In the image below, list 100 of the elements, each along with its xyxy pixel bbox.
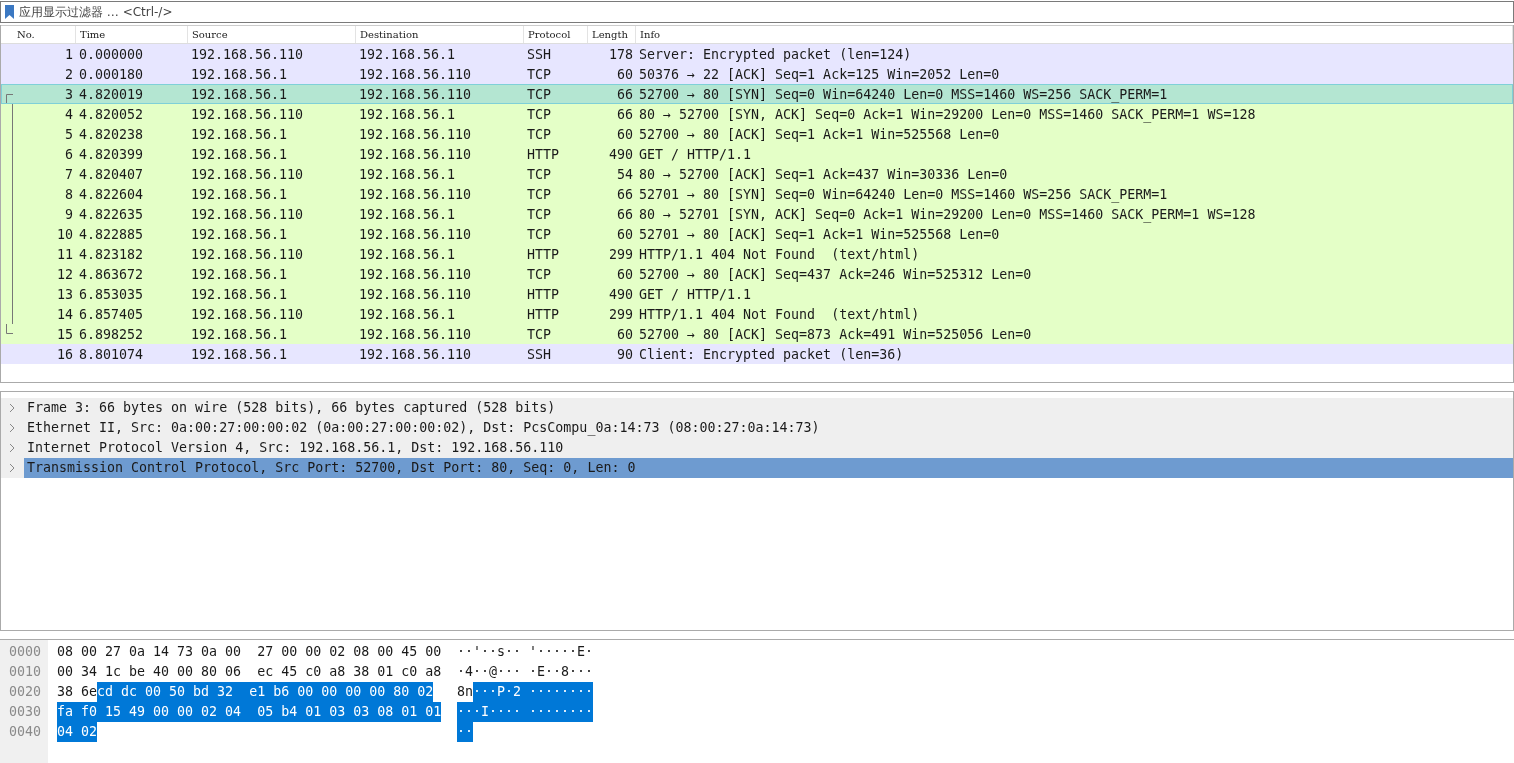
- table-cell-text: 6.898252: [78, 326, 145, 342]
- packet-row[interactable]: 16 8.801074 192.168.56.1 192.168.56.110 SSH 90 Client: Encrypted packet (len=36): [1, 344, 1513, 364]
- table-cell-text: 52700 → 80 [SYN] Seq=0 Win=64240 Len=0 MSS=1460 WS=256 SACK_PERM=1: [638, 86, 1169, 102]
- table-cell-text: 52700 → 80 [ACK] Seq=873 Ack=491 Win=525056 Len=0: [638, 326, 1033, 342]
- table-cell-text: TCP: [526, 126, 553, 142]
- table-cell-text: 192.168.56.1: [358, 246, 457, 262]
- selected-ascii-bytes: ···I···· ········: [457, 702, 594, 722]
- table-cell-text: 7: [64, 166, 74, 182]
- table-cell-text: HTTP: [526, 306, 561, 322]
- table-cell-text: 60: [616, 326, 634, 342]
- table-cell-text: 15: [56, 326, 74, 342]
- table-cell-text: 6.853035: [78, 286, 145, 302]
- table-cell-text: 178: [607, 46, 634, 62]
- chevron-icon[interactable]: [9, 463, 15, 473]
- table-cell-text: 192.168.56.110: [190, 106, 305, 122]
- table-cell-text: 3: [64, 86, 74, 102]
- packet-row[interactable]: 10 4.822885 192.168.56.1 192.168.56.110 TCP 60 52701 → 80 [ACK] Seq=1 Ack=1 Win=525568 Len=0: [1, 224, 1513, 244]
- table-cell-text: HTTP/1.1 404 Not Found (text/html): [638, 306, 921, 322]
- table-cell-text: 192.168.56.110: [358, 86, 473, 102]
- ascii-bytes: 8n: [457, 683, 473, 701]
- table-cell-text: 192.168.56.1: [358, 306, 457, 322]
- table-cell-text: HTTP: [526, 246, 561, 262]
- table-cell-text: 1: [64, 46, 74, 62]
- table-cell-text: 66: [616, 106, 634, 122]
- column-header[interactable]: Length: [588, 26, 636, 43]
- packet-row[interactable]: 3 4.820019 192.168.56.1 192.168.56.110 TCP 66 52700 → 80 [SYN] Seq=0 Win=64240 Len=0 MSS=1460 WS=256 SACK_PERM=1: [1, 84, 1513, 104]
- table-cell-text: 13: [56, 286, 74, 302]
- column-header[interactable]: Source: [188, 26, 356, 43]
- table-cell-text: 4: [64, 106, 74, 122]
- table-cell-text: SSH: [526, 46, 553, 62]
- table-cell-text: 192.168.56.110: [358, 186, 473, 202]
- packet-row[interactable]: 15 6.898252 192.168.56.1 192.168.56.110 TCP 60 52700 → 80 [ACK] Seq=873 Ack=491 Win=525056 Len=0: [1, 324, 1513, 344]
- table-cell-text: 4.822635: [78, 206, 145, 222]
- table-cell-text: 8.801074: [78, 346, 145, 362]
- packet-row[interactable]: 8 4.822604 192.168.56.1 192.168.56.110 TCP 66 52701 → 80 [SYN] Seq=0 Win=64240 Len=0 MSS=1460 WS=256 SACK_PERM=1: [1, 184, 1513, 204]
- table-cell-text: 60: [616, 226, 634, 242]
- column-header[interactable]: No.: [13, 26, 76, 43]
- packet-row[interactable]: 12 4.863672 192.168.56.1 192.168.56.110 TCP 60 52700 → 80 [ACK] Seq=437 Ack=246 Win=525312 Len=0: [1, 264, 1513, 284]
- table-cell-text: 192.168.56.1: [190, 226, 289, 242]
- table-cell-text: 4.820407: [78, 166, 145, 182]
- ascii-bytes: ··'··s·· '·····E·: [457, 643, 594, 661]
- packet-row[interactable]: 6 4.820399 192.168.56.1 192.168.56.110 HTTP 490 GET / HTTP/1.1: [1, 144, 1513, 164]
- table-cell-text: 192.168.56.1: [358, 46, 457, 62]
- detail-item[interactable]: Transmission Control Protocol, Src Port: 52700, Dst Port: 80, Seq: 0, Len: 0: [24, 458, 1513, 478]
- packet-row[interactable]: 9 4.822635 192.168.56.110 192.168.56.1 TCP 66 80 → 52701 [SYN, ACK] Seq=0 Ack=1 Win=29200 Len=0 MSS=1460 SACK_PERM=1 WS=128: [1, 204, 1513, 224]
- table-cell-text: 192.168.56.110: [190, 246, 305, 262]
- table-cell-text: 192.168.56.1: [190, 186, 289, 202]
- hex-bytes: 00 34 1c be 40 00 80 06 ec 45 c0 a8 38 01 c0 a8: [57, 663, 442, 681]
- selected-ascii-bytes: ··: [457, 722, 473, 742]
- selected-hex-bytes: cd dc 00 50 bd 32 e1 b6 00 00 00 00 80 02: [97, 682, 434, 702]
- table-cell-text: 192.168.56.110: [358, 346, 473, 362]
- column-header[interactable]: Time: [76, 26, 188, 43]
- table-cell-text: 66: [616, 186, 634, 202]
- chevron-icon[interactable]: [9, 423, 15, 433]
- table-cell-text: 192.168.56.1: [190, 286, 289, 302]
- table-cell-text: HTTP: [526, 286, 561, 302]
- table-cell-text: 6.857405: [78, 306, 145, 322]
- column-header[interactable]: Protocol: [524, 26, 588, 43]
- packet-row[interactable]: 5 4.820238 192.168.56.1 192.168.56.110 TCP 60 52700 → 80 [ACK] Seq=1 Ack=1 Win=525568 Len=0: [1, 124, 1513, 144]
- table-cell-text: 0.000000: [78, 46, 145, 62]
- selected-hex-bytes: fa f0 15 49 00 00 02 04 05 b4 01 03 03 08 01 01: [57, 702, 442, 722]
- table-cell-text: SSH: [526, 346, 553, 362]
- table-cell-text: 490: [607, 286, 634, 302]
- table-cell-text: 52700 → 80 [ACK] Seq=437 Ack=246 Win=525312 Len=0: [638, 266, 1033, 282]
- packet-row[interactable]: 4 4.820052 192.168.56.110 192.168.56.1 TCP 66 80 → 52700 [SYN, ACK] Seq=0 Ack=1 Win=29200 Len=0 MSS=1460 SACK_PERM=1 WS=128: [1, 104, 1513, 124]
- table-cell-text: 192.168.56.1: [190, 346, 289, 362]
- offset-label: 0020: [8, 683, 43, 701]
- column-header[interactable]: Destination: [356, 26, 524, 43]
- table-cell-text: 192.168.56.110: [190, 46, 305, 62]
- packet-row[interactable]: 7 4.820407 192.168.56.110 192.168.56.1 TCP 54 80 → 52700 [ACK] Seq=1 Ack=437 Win=30336 Len=0: [1, 164, 1513, 184]
- table-cell-text: 80 → 52700 [ACK] Seq=1 Ack=437 Win=30336 Len=0: [638, 166, 1009, 182]
- table-cell-text: 11: [56, 246, 74, 262]
- chevron-icon[interactable]: [9, 443, 15, 453]
- table-cell-text: TCP: [526, 106, 553, 122]
- table-cell-text: 192.168.56.1: [358, 206, 457, 222]
- selected-hex-bytes: 04 02: [57, 722, 98, 742]
- packet-row[interactable]: 14 6.857405 192.168.56.110 192.168.56.1 HTTP 299 HTTP/1.1 404 Not Found (text/html): [1, 304, 1513, 324]
- table-cell-text: 192.168.56.110: [358, 266, 473, 282]
- table-cell-text: 192.168.56.1: [190, 146, 289, 162]
- table-cell-text: TCP: [526, 326, 553, 342]
- packet-row[interactable]: 1 0.000000 192.168.56.110 192.168.56.1 SSH 178 Server: Encrypted packet (len=124): [1, 44, 1513, 64]
- table-cell-text: 0.000180: [78, 66, 145, 82]
- table-cell-text: 4.822604: [78, 186, 145, 202]
- table-cell-text: 192.168.56.110: [358, 226, 473, 242]
- table-cell-text: 60: [616, 66, 634, 82]
- table-cell-text: Server: Encrypted packet (len=124): [638, 46, 913, 62]
- table-cell-text: 52700 → 80 [ACK] Seq=1 Ack=1 Win=525568 Len=0: [638, 126, 1001, 142]
- packet-row[interactable]: 13 6.853035 192.168.56.1 192.168.56.110 HTTP 490 GET / HTTP/1.1: [1, 284, 1513, 304]
- table-cell-text: 80 → 52700 [SYN, ACK] Seq=0 Ack=1 Win=29200 Len=0 MSS=1460 SACK_PERM=1 WS=128: [638, 106, 1257, 122]
- table-cell-text: 192.168.56.110: [358, 286, 473, 302]
- packet-row[interactable]: 2 0.000180 192.168.56.1 192.168.56.110 TCP 60 50376 → 22 [ACK] Seq=1 Ack=125 Win=2052 Len=0: [1, 64, 1513, 84]
- table-cell-text: TCP: [526, 66, 553, 82]
- packet-row[interactable]: 11 4.823182 192.168.56.110 192.168.56.1 HTTP 299 HTTP/1.1 404 Not Found (text/html): [1, 244, 1513, 264]
- table-cell-text: HTTP: [526, 146, 561, 162]
- table-cell-text: 60: [616, 266, 634, 282]
- table-cell-text: 299: [607, 246, 634, 262]
- table-cell-text: 299: [607, 306, 634, 322]
- table-cell-text: 90: [616, 346, 634, 362]
- chevron-icon[interactable]: [9, 403, 15, 413]
- column-header[interactable]: Info: [636, 26, 1513, 43]
